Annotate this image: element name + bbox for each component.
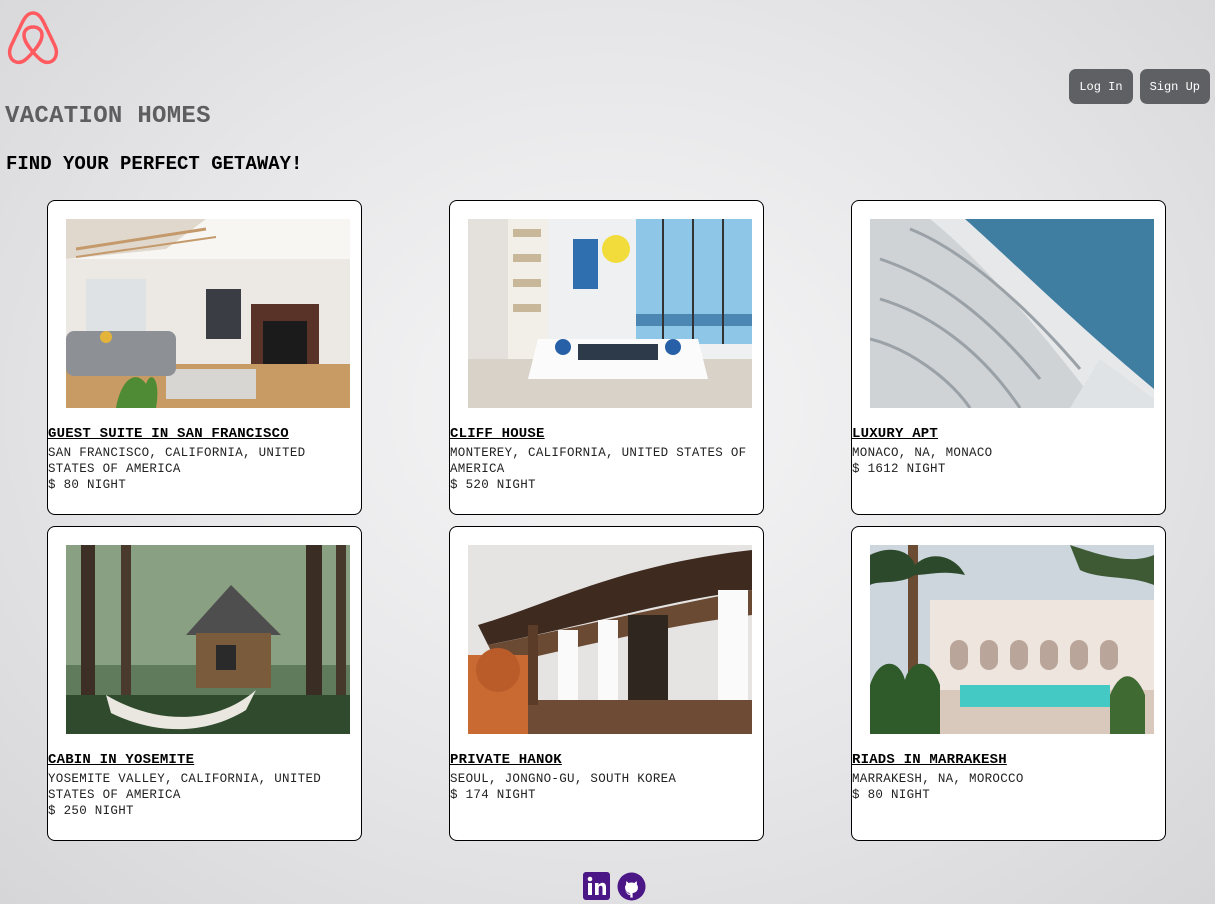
- signup-button[interactable]: Sign Up: [1139, 69, 1210, 104]
- site-title: VACATION HOMES: [5, 103, 211, 130]
- linkedin-icon[interactable]: [583, 872, 610, 904]
- listing-location-text: MONACO, NA, MONACO: [852, 446, 993, 460]
- listing-card[interactable]: RIADS IN MARRAKESH MARRAKESH, NA, MOROCC…: [851, 526, 1166, 841]
- listing-price: $ 80 NIGHT: [48, 478, 127, 492]
- listing-location-text: MARRAKESH, NA, MOROCCO: [852, 772, 1024, 786]
- listing-card[interactable]: CLIFF HOUSE MONTEREY, CALIFORNIA, UNITED…: [449, 200, 764, 515]
- listing-location: MONTEREY, CALIFORNIA, UNITED STATES OF A…: [450, 445, 755, 493]
- listing-location-text: MONTEREY, CALIFORNIA, UNITED STATES OF A…: [450, 446, 747, 476]
- listing-card[interactable]: GUEST SUITE IN SAN FRANCISCO SAN FRANCIS…: [47, 200, 362, 515]
- listing-photo[interactable]: [870, 545, 1154, 734]
- listing-photo[interactable]: [468, 545, 752, 734]
- listing-location-text: SAN FRANCISCO, CALIFORNIA, UNITED STATES…: [48, 446, 306, 476]
- listing-price: $ 520 NIGHT: [450, 478, 536, 492]
- tagline: FIND YOUR PERFECT GETAWAY!: [6, 153, 303, 175]
- login-button[interactable]: Log In: [1069, 69, 1133, 104]
- listing-card[interactable]: LUXURY APT MONACO, NA, MONACO $ 1612 NIG…: [851, 200, 1166, 515]
- listing-photo[interactable]: [870, 219, 1154, 408]
- listing-location: MONACO, NA, MONACO $ 1612 NIGHT: [852, 445, 1157, 477]
- github-icon[interactable]: [617, 872, 646, 904]
- listing-price: $ 250 NIGHT: [48, 804, 134, 818]
- listing-photo[interactable]: [468, 219, 752, 408]
- listing-price: $ 174 NIGHT: [450, 788, 536, 802]
- listing-location: YOSEMITE VALLEY, CALIFORNIA, UNITED STAT…: [48, 771, 353, 819]
- listing-price: $ 80 NIGHT: [852, 788, 931, 802]
- listing-name[interactable]: LUXURY APT: [852, 426, 938, 442]
- listing-location-text: SEOUL, JONGNO-GU, SOUTH KOREA: [450, 772, 677, 786]
- listing-name[interactable]: CLIFF HOUSE: [450, 426, 545, 442]
- listing-photo[interactable]: [66, 219, 350, 408]
- listing-name[interactable]: CABIN IN YOSEMITE: [48, 752, 194, 768]
- listing-card[interactable]: PRIVATE HANOK SEOUL, JONGNO-GU, SOUTH KO…: [449, 526, 764, 841]
- airbnb-logo-icon[interactable]: [6, 9, 60, 67]
- auth-buttons: Log In Sign Up: [1069, 69, 1210, 104]
- listing-location: SAN FRANCISCO, CALIFORNIA, UNITED STATES…: [48, 445, 353, 493]
- listing-location: MARRAKESH, NA, MOROCCO $ 80 NIGHT: [852, 771, 1157, 803]
- listing-price: $ 1612 NIGHT: [852, 462, 946, 476]
- listing-name[interactable]: RIADS IN MARRAKESH: [852, 752, 1007, 768]
- listing-photo[interactable]: [66, 545, 350, 734]
- listing-name[interactable]: GUEST SUITE IN SAN FRANCISCO: [48, 426, 289, 442]
- listing-card[interactable]: CABIN IN YOSEMITE YOSEMITE VALLEY, CALIF…: [47, 526, 362, 841]
- listing-location: SEOUL, JONGNO-GU, SOUTH KOREA $ 174 NIGH…: [450, 771, 755, 803]
- footer-social-links: [583, 872, 646, 904]
- listing-location-text: YOSEMITE VALLEY, CALIFORNIA, UNITED STAT…: [48, 772, 322, 802]
- listing-name[interactable]: PRIVATE HANOK: [450, 752, 562, 768]
